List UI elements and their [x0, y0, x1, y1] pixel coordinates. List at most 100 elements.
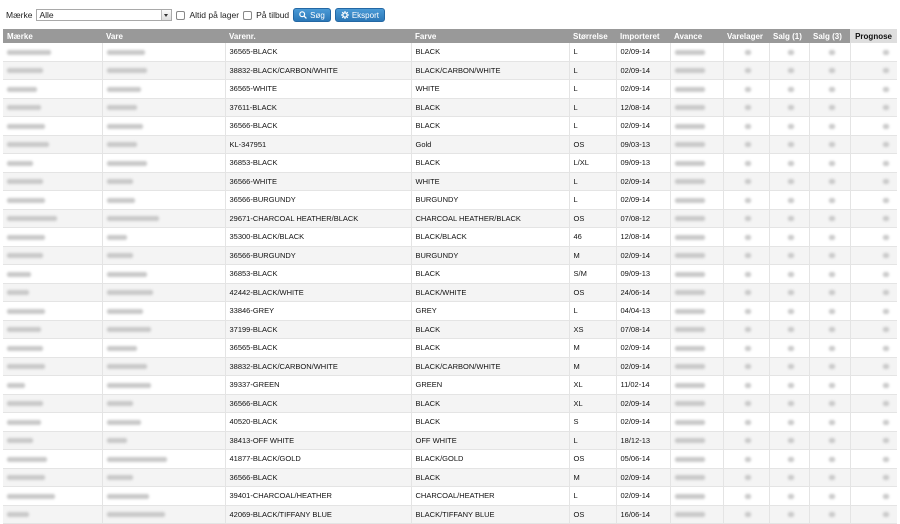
table-row[interactable]: 36565-BLACK BLACK M 02/09-14	[3, 338, 897, 358]
always-in-stock-checkbox[interactable]	[176, 10, 186, 20]
cell-maerke	[3, 135, 102, 154]
cell-varelager	[722, 320, 769, 339]
cell-salg-3	[808, 246, 850, 265]
table-row[interactable]: 36566-BLACK BLACK L 02/09-14	[3, 116, 897, 136]
cell-maerke	[3, 486, 102, 506]
cell-maerke	[3, 283, 102, 302]
table-row[interactable]: 41877-BLACK/GOLD BLACK/GOLD OS 05/06-14	[3, 449, 897, 469]
cell-varenr: 38413-OFF WHITE	[224, 431, 411, 450]
cell-prognose	[849, 394, 897, 413]
cell-varenr: 39337-GREEN	[224, 375, 411, 395]
brand-select[interactable]: Alle	[36, 9, 173, 21]
cell-varelager	[722, 505, 769, 524]
cell-stoerrelse: 46	[568, 227, 616, 247]
on-offer-checkbox[interactable]	[243, 10, 253, 20]
table-row[interactable]: KL-347951 Gold OS 09/03-13	[3, 135, 897, 154]
cell-varelager	[722, 116, 769, 136]
cell-importeret: 05/06-14	[615, 449, 670, 469]
cell-salg-3	[808, 135, 850, 154]
table-row[interactable]: 29671-CHARCOAL HEATHER/BLACK CHARCOAL HEA…	[3, 209, 897, 228]
cell-stoerrelse: L	[568, 61, 616, 80]
export-button-label: Eksport	[351, 10, 379, 20]
cell-varenr: 36566-BLACK	[224, 394, 411, 413]
header-importeret[interactable]: Importeret	[616, 29, 670, 43]
cell-varenr: 36566-BURGUNDY	[224, 246, 411, 265]
cell-importeret: 02/09-14	[615, 116, 670, 136]
cell-importeret: 09/09-13	[615, 153, 670, 173]
table-row[interactable]: 36853-BLACK BLACK S/M 09/09-13	[3, 264, 897, 284]
cell-farve: BURGUNDY	[410, 246, 569, 265]
table-row[interactable]: 39337-GREEN GREEN XL 11/02-14	[3, 375, 897, 395]
search-button[interactable]: Søg	[293, 8, 331, 22]
table-row[interactable]: 37611-BLACK BLACK L 12/08-14	[3, 98, 897, 117]
cell-importeret: 02/09-14	[615, 43, 670, 62]
cell-importeret: 02/09-14	[615, 357, 670, 376]
header-salg-3[interactable]: Salg (3)	[809, 29, 850, 43]
header-salg-1[interactable]: Salg (1)	[769, 29, 809, 43]
cell-maerke	[3, 320, 102, 339]
table-row[interactable]: 36566-WHITE WHITE L 02/09-14	[3, 172, 897, 191]
cell-maerke	[3, 468, 102, 487]
table-row[interactable]: 42442-BLACK/WHITE BLACK/WHITE OS 24/06-14	[3, 283, 897, 302]
export-button[interactable]: Eksport	[334, 8, 385, 22]
header-vare[interactable]: Vare	[102, 29, 225, 43]
cell-salg-3	[808, 412, 850, 432]
cell-prognose	[849, 116, 897, 136]
cell-stoerrelse: L	[568, 172, 616, 191]
cell-stoerrelse: XL	[568, 375, 616, 395]
table-row[interactable]: 36566-BLACK BLACK M 02/09-14	[3, 468, 897, 487]
table-row[interactable]: 38832-BLACK/CARBON/WHITE BLACK/CARBON/WHI…	[3, 357, 897, 376]
chevron-down-icon[interactable]	[161, 10, 172, 20]
cell-varelager	[722, 153, 769, 173]
cell-salg-1	[768, 338, 809, 358]
table-row[interactable]: 38413-OFF WHITE OFF WHITE L 18/12-13	[3, 431, 897, 450]
cell-stoerrelse: M	[568, 246, 616, 265]
cell-stoerrelse: L/XL	[568, 153, 616, 173]
cell-varelager	[722, 338, 769, 358]
cell-avance	[669, 338, 723, 358]
cell-maerke	[3, 79, 102, 99]
table-row[interactable]: 33846-GREY GREY L 04/04-13	[3, 301, 897, 321]
cell-vare	[101, 301, 225, 321]
cell-varelager	[722, 283, 769, 302]
cell-vare	[101, 116, 225, 136]
cell-farve: BLACK	[410, 153, 569, 173]
cell-avance	[669, 227, 723, 247]
table-row[interactable]: 40520-BLACK BLACK S 02/09-14	[3, 412, 897, 432]
cell-varelager	[722, 43, 769, 62]
table-row[interactable]: 42069-BLACK/TIFFANY BLUE BLACK/TIFFANY BL…	[3, 505, 897, 524]
table-row[interactable]: 36565-WHITE WHITE L 02/09-14	[3, 79, 897, 99]
header-farve[interactable]: Farve	[411, 29, 569, 43]
cell-varelager	[722, 357, 769, 376]
header-prognose[interactable]: Prognose	[850, 29, 897, 43]
cell-vare	[101, 412, 225, 432]
table-row[interactable]: 36853-BLACK BLACK L/XL 09/09-13	[3, 153, 897, 173]
header-maerke[interactable]: Mærke	[3, 29, 102, 43]
cell-salg-1	[768, 357, 809, 376]
cell-prognose	[849, 98, 897, 117]
table-row[interactable]: 36565-BLACK BLACK L 02/09-14	[3, 43, 897, 62]
table-row[interactable]: 36566-BURGUNDY BURGUNDY L 02/09-14	[3, 190, 897, 210]
product-table: Mærke Vare Varenr. Farve Størrelse Impor…	[3, 29, 897, 524]
header-varenr[interactable]: Varenr.	[225, 29, 411, 43]
header-stoerrelse[interactable]: Størrelse	[569, 29, 616, 43]
cell-farve: BLACK	[410, 468, 569, 487]
table-row[interactable]: 36566-BURGUNDY BURGUNDY M 02/09-14	[3, 246, 897, 265]
filter-bar: Mærke Alle Altid på lager På tilbud Søg …	[6, 7, 385, 23]
header-varelager[interactable]: Varelager	[723, 29, 769, 43]
cell-stoerrelse: L	[568, 43, 616, 62]
table-row[interactable]: 35300-BLACK/BLACK BLACK/BLACK 46 12/08-14	[3, 227, 897, 247]
cell-importeret: 07/08-14	[615, 320, 670, 339]
cell-vare	[101, 375, 225, 395]
header-avance[interactable]: Avance	[670, 29, 723, 43]
cell-vare	[101, 357, 225, 376]
table-row[interactable]: 36566-BLACK BLACK XL 02/09-14	[3, 394, 897, 413]
cell-varelager	[722, 412, 769, 432]
cell-varenr: 36565-BLACK	[224, 43, 411, 62]
cell-vare	[101, 338, 225, 358]
cell-salg-3	[808, 153, 850, 173]
table-row[interactable]: 39401-CHARCOAL/HEATHER CHARCOAL/HEATHER L 0…	[3, 486, 897, 506]
table-row[interactable]: 38832-BLACK/CARBON/WHITE BLACK/CARBON/WHI…	[3, 61, 897, 80]
cell-prognose	[849, 190, 897, 210]
table-row[interactable]: 37199-BLACK BLACK XS 07/08-14	[3, 320, 897, 339]
